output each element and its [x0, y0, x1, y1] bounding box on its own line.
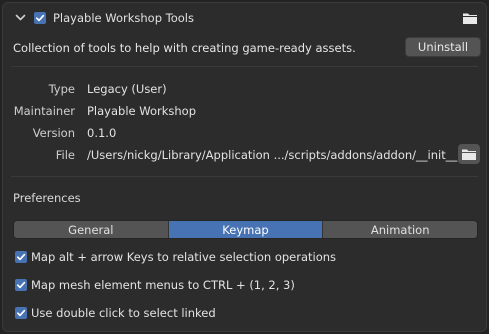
- checkmark-icon: [16, 253, 26, 261]
- option-label: Use double click to select linked: [31, 306, 216, 320]
- maintainer-label: Maintainer: [13, 104, 75, 118]
- chevron-down-icon[interactable]: [15, 12, 26, 23]
- checkmark-icon: [35, 14, 45, 22]
- addon-description: Collection of tools to help with creatin…: [13, 41, 356, 55]
- info-row-file: File /Users/nickg/Library/Application ..…: [3, 148, 486, 166]
- folder-icon[interactable]: [462, 11, 478, 25]
- checkbox-double-click-select-linked[interactable]: [15, 307, 27, 319]
- option-label: Map mesh element menus to CTRL + (1, 2, …: [31, 278, 295, 292]
- open-file-location-button[interactable]: [458, 144, 480, 164]
- version-value: 0.1.0: [87, 126, 117, 140]
- tab-general[interactable]: General: [14, 221, 169, 238]
- addon-title: Playable Workshop Tools: [53, 11, 194, 25]
- addon-panel: Playable Workshop Tools Collection of to…: [2, 2, 487, 332]
- checkmark-icon: [16, 309, 26, 317]
- info-row-maintainer: Maintainer Playable Workshop: [3, 104, 486, 122]
- folder-icon: [462, 149, 476, 160]
- file-path: /Users/nickg/Library/Application .../scr…: [87, 148, 475, 162]
- tab-keymap[interactable]: Keymap: [168, 221, 324, 238]
- type-value: Legacy (User): [87, 82, 167, 96]
- divider: [11, 66, 478, 67]
- addon-enabled-checkbox[interactable]: [34, 12, 46, 24]
- option-label: Map alt + arrow Keys to relative selecti…: [31, 250, 337, 264]
- file-label: File: [55, 148, 75, 162]
- type-label: Type: [48, 82, 75, 96]
- version-label: Version: [32, 126, 75, 140]
- addon-header[interactable]: Playable Workshop Tools: [3, 3, 486, 33]
- checkmark-icon: [16, 281, 26, 289]
- preferences-tabs: General Keymap Animation: [13, 220, 478, 239]
- tab-animation[interactable]: Animation: [323, 221, 477, 238]
- checkbox-mesh-element-menus[interactable]: [15, 279, 27, 291]
- info-row-type: Type Legacy (User): [3, 82, 486, 100]
- divider: [11, 176, 478, 177]
- preferences-title: Preferences: [13, 191, 81, 205]
- info-row-version: Version 0.1.0: [3, 126, 486, 144]
- checkbox-alt-arrow-keys[interactable]: [15, 251, 27, 263]
- maintainer-value: Playable Workshop: [87, 104, 196, 118]
- uninstall-button[interactable]: Uninstall: [405, 37, 481, 57]
